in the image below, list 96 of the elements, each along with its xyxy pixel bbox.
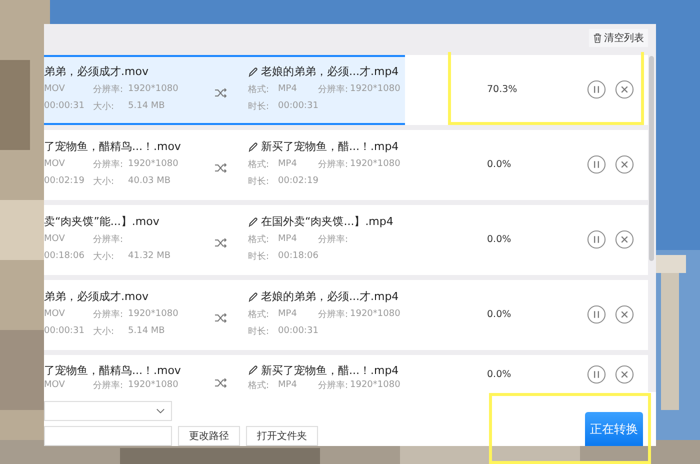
resolution-label: 分辨率: — [318, 84, 350, 96]
resolution-value: 1920*1080 — [128, 309, 178, 320]
format-label: 格式: — [248, 84, 270, 96]
close-icon[interactable] — [615, 80, 634, 100]
scrollbar[interactable] — [649, 56, 654, 261]
clear-list-button[interactable]: 清空列表 — [589, 28, 648, 47]
close-icon[interactable] — [615, 305, 634, 324]
shuffle-icon — [215, 88, 227, 98]
output-file-name: 老娘的弟弟，必须...才.mp4 — [261, 289, 399, 304]
resolution-label: 分辨率: — [93, 380, 124, 392]
progress-percent: 0.0% — [487, 369, 512, 380]
duration-label: 时长: — [248, 100, 270, 113]
format-value: MP4 — [278, 84, 298, 94]
resolution-value: 1920*1080 — [128, 84, 178, 94]
resolution-label: 分辨率: — [318, 234, 350, 246]
pause-icon[interactable] — [587, 365, 606, 384]
progress-percent: 70.3% — [487, 84, 518, 96]
format-label: 格式: — [248, 234, 270, 246]
size-label: 大小: — [93, 326, 116, 338]
selected-row-background[interactable]: 弟弟，必须成才.mov MOV 分辨率: 1920*1080 00:00:31 大小: 5.14 MB 老娘的弟弟，必须...才.mp4 格式: MP4 分辨率: 1920*1080 时长: 00:00:31 — [44, 54, 405, 125]
output-file-name: 在国外卖“肉夹馍...】.mp4 — [261, 214, 394, 230]
duration-label: 时长: — [248, 250, 270, 263]
duration-value: 00:18:06 — [44, 251, 86, 262]
output-file-name: 新买了宠物鱼，醋...！.mp4 — [261, 362, 399, 378]
format-value: MOV — [44, 309, 66, 320]
size-label: 大小: — [93, 100, 116, 113]
format-value: MOV — [44, 234, 66, 244]
progress-percent: 0.0% — [487, 159, 512, 170]
resolution-value: 1920*1080 — [128, 159, 178, 170]
change-path-button[interactable]: 更改路径 — [178, 426, 240, 446]
pencil-icon[interactable] — [248, 292, 258, 302]
duration-value: 00:00:31 — [44, 326, 86, 336]
format-label: 格式: — [248, 308, 270, 321]
format-value: MP4 — [278, 159, 298, 170]
size-label: 大小: — [93, 176, 116, 188]
format-value: MOV — [44, 159, 66, 170]
open-folder-button[interactable]: 打开文件夹 — [246, 426, 318, 446]
shuffle-icon — [215, 312, 227, 323]
shuffle-icon — [215, 378, 227, 388]
trash-icon — [593, 32, 602, 43]
resolution-value: 1920*1080 — [350, 84, 400, 94]
format-value: MP4 — [278, 234, 298, 244]
size-label: 大小: — [93, 250, 116, 263]
output-path-field[interactable] — [44, 426, 172, 446]
format-value: MOV — [44, 380, 66, 390]
progress-percent: 0.0% — [487, 234, 512, 246]
duration-label: 时长: — [248, 176, 270, 188]
shuffle-icon — [215, 238, 227, 248]
size-value: 5.14 MB — [128, 101, 165, 112]
pencil-icon[interactable] — [248, 216, 258, 227]
resolution-value: 1920*1080 — [350, 309, 400, 320]
format-label: 格式: — [248, 158, 270, 171]
resolution-label: 分辨率: — [93, 158, 124, 171]
format-value: MOV — [44, 84, 66, 94]
source-file-name: 卖“肉夹馍”能...】.mov — [44, 214, 160, 230]
pencil-icon[interactable] — [248, 365, 258, 376]
duration-value: 00:18:06 — [278, 251, 318, 262]
format-value: MP4 — [278, 309, 298, 320]
format-label: 格式: — [248, 380, 270, 392]
duration-value: 00:02:19 — [44, 176, 86, 186]
resolution-label: 分辨率: — [93, 308, 124, 321]
format-value: MP4 — [278, 380, 298, 390]
source-file-name: 弟弟，必须成才.mov — [44, 64, 150, 80]
chevron-down-icon — [156, 408, 165, 414]
close-icon[interactable] — [615, 230, 634, 250]
duration-value: 00:02:19 — [278, 176, 318, 186]
source-file-name: 了宠物鱼，醋精鸟...！.mov — [44, 139, 182, 156]
output-file-name: 新买了宠物鱼，醋...！.mp4 — [261, 139, 399, 154]
pause-icon[interactable] — [587, 80, 606, 100]
resolution-label: 分辨率: — [318, 380, 350, 392]
resolution-label: 分辨率: — [93, 84, 124, 96]
duration-value: 00:00:31 — [278, 101, 318, 112]
duration-label: 时长: — [248, 326, 270, 338]
close-icon[interactable] — [615, 155, 634, 174]
progress-percent: 0.0% — [487, 309, 512, 320]
pause-icon[interactable] — [587, 155, 606, 174]
resolution-label: 分辨率: — [318, 308, 350, 321]
pause-icon[interactable] — [587, 230, 606, 250]
pencil-icon[interactable] — [248, 66, 258, 77]
resolution-value: 1920*1080 — [350, 159, 400, 170]
resolution-value: 1920*1080 — [350, 380, 400, 390]
size-value: 40.03 MB — [128, 176, 171, 186]
close-icon[interactable] — [615, 365, 634, 384]
size-value: 5.14 MB — [128, 326, 165, 336]
shuffle-icon — [215, 162, 227, 173]
pencil-icon[interactable] — [248, 142, 258, 152]
resolution-label: 分辨率: — [93, 234, 124, 246]
resolution-label: 分辨率: — [318, 158, 350, 171]
resolution-value: 1920*1080 — [128, 380, 178, 390]
size-value: 41.32 MB — [128, 251, 171, 262]
source-file-name: 了宠物鱼，醋精鸟...！.mov — [44, 362, 182, 378]
pause-icon[interactable] — [587, 305, 606, 324]
duration-value: 00:00:31 — [278, 326, 318, 336]
duration-value: 00:00:31 — [44, 101, 86, 112]
output-file-name: 老娘的弟弟，必须...才.mp4 — [261, 64, 399, 80]
source-file-name: 弟弟，必须成才.mov — [44, 289, 150, 306]
